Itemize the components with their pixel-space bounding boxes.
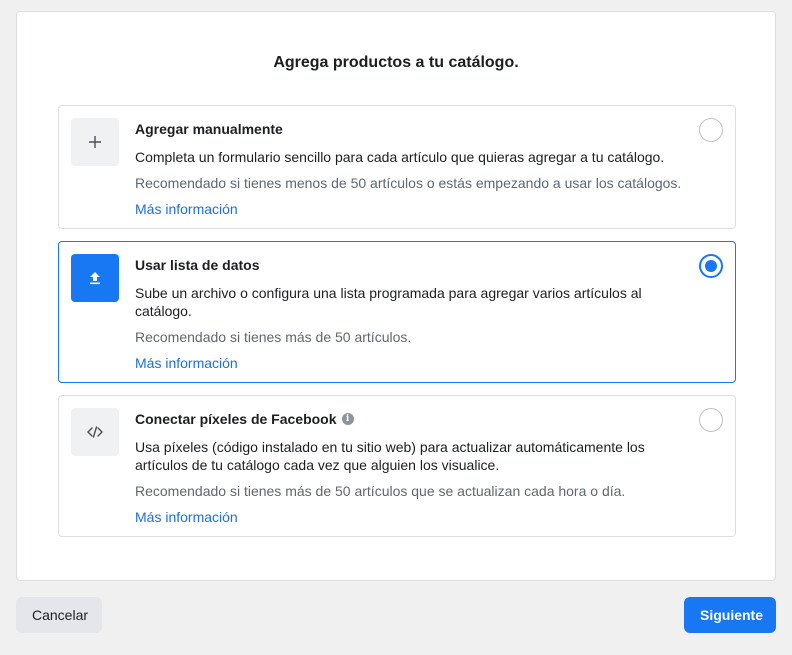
option-connect-pixels[interactable]: Conectar píxeles de Facebook i Usa píxel…	[58, 395, 736, 537]
plus-icon	[71, 118, 119, 166]
dialog-title: Agrega productos a tu catálogo.	[273, 54, 519, 71]
info-icon[interactable]: i	[341, 413, 354, 425]
code-icon	[71, 408, 119, 456]
option-title: Usar lista de datos	[135, 257, 260, 273]
option-recommendation: Recomendado si tienes más de 50 artículo…	[135, 329, 412, 345]
radio-use-data-feed[interactable]	[699, 254, 723, 278]
option-description: Sube un archivo o configura una lista pr…	[135, 285, 642, 319]
option-title-row: Conectar píxeles de Facebook i	[135, 410, 687, 428]
option-title: Agregar manualmente	[135, 121, 283, 137]
option-add-manually[interactable]: Agregar manualmente Completa un formular…	[58, 105, 736, 229]
option-recommendation: Recomendado si tienes menos de 50 artícu…	[135, 175, 682, 191]
catalog-dialog: Agrega productos a tu catálogo. Agregar …	[16, 11, 776, 581]
option-use-data-feed[interactable]: Usar lista de datos Sube un archivo o co…	[58, 241, 736, 383]
option-title: Conectar píxeles de Facebook	[135, 411, 337, 427]
radio-add-manually[interactable]	[699, 118, 723, 142]
radio-connect-pixels[interactable]	[699, 408, 723, 432]
more-info-link[interactable]: Más información	[135, 508, 238, 526]
option-description: Completa un formulario sencillo para cad…	[135, 149, 665, 165]
more-info-link[interactable]: Más información	[135, 354, 238, 372]
cancel-button[interactable]: Cancelar	[16, 597, 102, 633]
more-info-link[interactable]: Más información	[135, 200, 238, 218]
option-description: Usa píxeles (código instalado en tu siti…	[135, 439, 645, 473]
option-recommendation: Recomendado si tienes más de 50 artículo…	[135, 483, 626, 499]
next-button[interactable]: Siguiente	[684, 597, 776, 633]
upload-icon	[71, 254, 119, 302]
